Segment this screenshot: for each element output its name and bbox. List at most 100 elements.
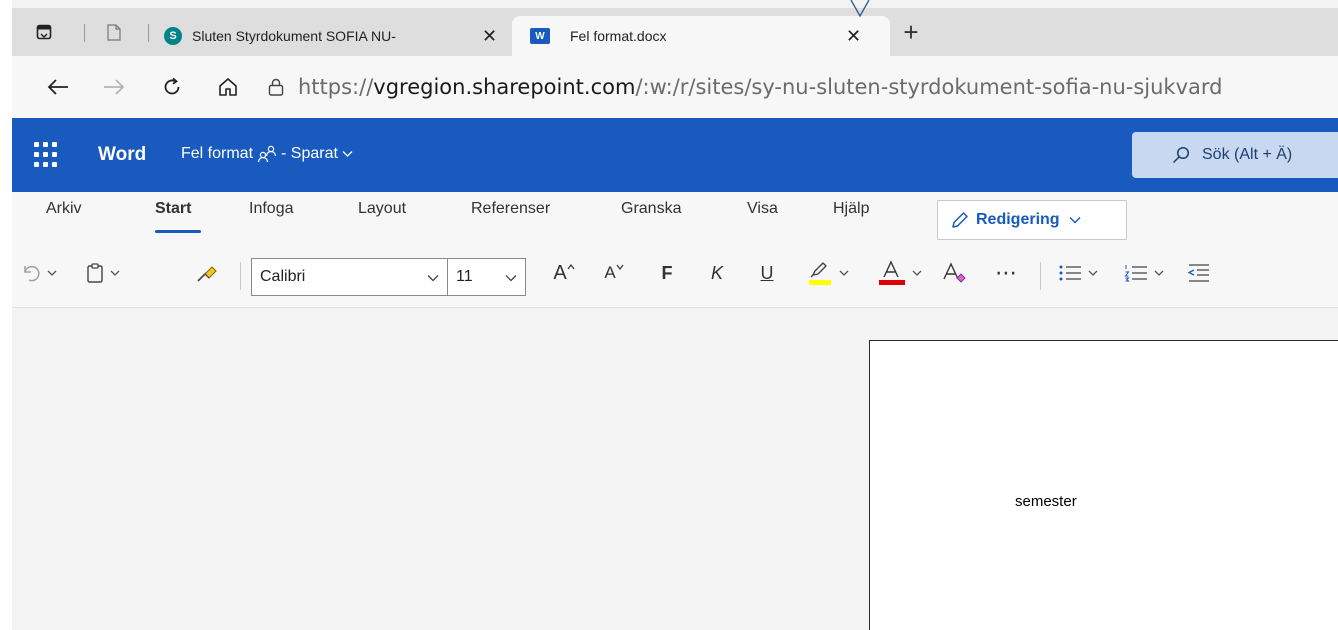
tab-start[interactable]: Start (155, 200, 191, 218)
underline-button[interactable]: U (752, 258, 782, 288)
home-icon (219, 78, 237, 96)
highlighter-icon (809, 262, 831, 285)
forward-button[interactable] (94, 56, 134, 118)
site-info-button[interactable] (256, 56, 296, 118)
tab-arkiv[interactable]: Arkiv (46, 200, 82, 218)
pencil-icon (952, 212, 968, 228)
numbering-button[interactable] (1116, 258, 1172, 288)
clear-formatting-button[interactable] (938, 258, 974, 288)
font-name-value: Calibri (260, 268, 306, 285)
close-icon[interactable]: ✕ (482, 26, 497, 47)
font-name-dropdown[interactable]: Calibri (251, 258, 448, 296)
new-tab-button[interactable]: + (896, 8, 926, 56)
clear-formatting-icon (943, 262, 966, 283)
chevron-down-icon (47, 270, 57, 276)
toolbar-separator (240, 262, 241, 290)
search-placeholder: Sök (Alt + Ä) (1202, 146, 1293, 163)
chevron-down-icon (839, 270, 849, 276)
save-status: - Sparat (281, 145, 338, 162)
decrease-indent-button[interactable] (1184, 258, 1214, 288)
refresh-icon (164, 77, 180, 95)
bullets-button[interactable] (1050, 258, 1106, 288)
tab-referenser[interactable]: Referenser (471, 200, 550, 218)
font-color-button[interactable] (872, 258, 928, 288)
close-icon[interactable]: ✕ (846, 26, 861, 47)
word-icon: W (530, 28, 550, 44)
document-canvas[interactable]: semester (12, 308, 1338, 630)
numbered-list-icon (1124, 265, 1147, 282)
chevron-down-icon (342, 151, 353, 157)
shrink-font-button[interactable]: A (596, 258, 632, 288)
search-box[interactable]: Sök (Alt + Ä) (1132, 132, 1338, 178)
chevron-down-icon (912, 270, 922, 276)
tab-word-document[interactable]: W Fel format.docx ✕ (512, 16, 890, 56)
ribbon: Arkiv Start Infoga Layout Referenser Gra… (12, 192, 1338, 308)
font-size-value: 11 (456, 268, 473, 285)
clipboard-icon (87, 263, 103, 283)
caret-down-icon (616, 264, 624, 270)
active-tab-indicator (155, 230, 201, 233)
more-options-button[interactable]: ⋯ (988, 258, 1024, 288)
chevron-down-icon (110, 270, 120, 276)
chevron-down-icon (427, 275, 439, 282)
document-text[interactable]: semester (1015, 493, 1077, 510)
tab-visa[interactable]: Visa (747, 200, 778, 218)
chevron-down-icon (505, 275, 517, 282)
shrink-font-label: A (604, 263, 616, 282)
caret-up-icon (567, 264, 575, 270)
back-button[interactable] (38, 56, 78, 118)
sharepoint-icon: S (164, 27, 182, 45)
tab-hjalp[interactable]: Hjälp (833, 200, 869, 218)
grow-font-button[interactable]: A (546, 258, 582, 288)
editing-mode-button[interactable]: Redigering (937, 200, 1127, 240)
format-painter-button[interactable] (190, 258, 224, 288)
home-button[interactable] (208, 56, 248, 118)
tab-layout[interactable]: Layout (358, 200, 406, 218)
toolbar-separator (1040, 262, 1041, 290)
callout-pointer (850, 0, 870, 18)
undo-button[interactable] (16, 258, 62, 288)
tab-strip: S Sluten Styrdokument SOFIA NU- ✕ W Fel … (12, 8, 1338, 56)
tab-infoga[interactable]: Infoga (249, 200, 293, 218)
decrease-indent-icon (1187, 264, 1209, 282)
blank-page-icon[interactable] (96, 8, 132, 56)
paste-button[interactable] (78, 258, 128, 288)
app-name[interactable]: Word (98, 144, 146, 166)
document-title: Fel format (181, 145, 254, 162)
address-bar: https://vgregion.sharepoint.com/:w:/r/si… (12, 56, 1338, 118)
tab-sharepoint[interactable]: S Sluten Styrdokument SOFIA NU- ✕ (160, 16, 504, 56)
tab-separator (84, 24, 85, 42)
bold-button[interactable]: F (652, 258, 682, 288)
bulleted-list-icon (1059, 265, 1081, 281)
refresh-button[interactable] (152, 56, 192, 118)
chevron-down-icon (1154, 270, 1164, 276)
url-field[interactable]: https://vgregion.sharepoint.com/:w:/r/si… (298, 56, 1222, 118)
tab-actions-icon[interactable] (26, 8, 62, 56)
browser-window: S Sluten Styrdokument SOFIA NU- ✕ W Fel … (12, 0, 1338, 630)
document-title-button[interactable]: Fel format - Sparat (181, 145, 353, 163)
grow-font-label: A (553, 261, 567, 284)
app-launcher-icon[interactable] (34, 142, 60, 168)
chevron-down-icon (1069, 217, 1081, 224)
format-painter-icon (197, 266, 217, 282)
tab-separator (148, 24, 149, 42)
tab-title: Sluten Styrdokument SOFIA NU- (192, 28, 396, 44)
font-size-dropdown[interactable]: 11 (448, 258, 526, 296)
url-path: /:w:/r/sites/sy-nu-sluten-styrdokument-s… (635, 75, 1223, 99)
editing-mode-label: Redigering (976, 211, 1060, 228)
word-header: Word Fel format - Sparat Sök (Alt + Ä) (12, 118, 1338, 192)
chevron-down-icon (1088, 270, 1098, 276)
shared-people-icon (257, 145, 277, 163)
undo-icon (24, 265, 40, 282)
forward-arrow-icon (104, 79, 125, 95)
url-prefix: https:// (298, 75, 374, 99)
document-page[interactable]: semester (869, 340, 1338, 630)
tab-granska[interactable]: Granska (621, 200, 681, 218)
search-icon (1172, 146, 1190, 164)
font-color-icon (879, 260, 905, 285)
tab-title: Fel format.docx (570, 28, 667, 44)
highlight-button[interactable] (800, 258, 856, 288)
lock-icon (268, 78, 284, 96)
italic-button[interactable]: K (702, 258, 732, 288)
back-arrow-icon (47, 79, 68, 95)
